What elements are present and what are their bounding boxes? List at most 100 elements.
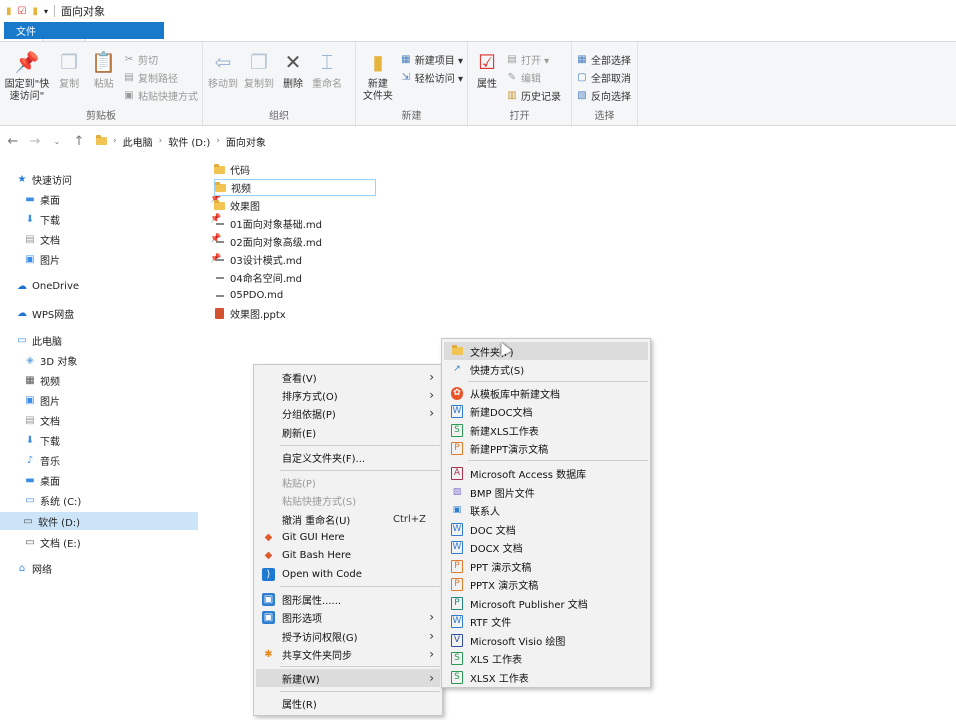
menu-item-properties[interactable]: 属性(R): [256, 694, 440, 712]
customize-quick-access-icon[interactable]: ▾: [44, 7, 48, 16]
menu-item-open-with-code[interactable]: ⟩ Open with Code: [256, 565, 440, 583]
open-group: ☑ 属性 ▤ 打开 ▾ ✎ 编辑 ▥ 历史记录 打开: [468, 42, 572, 125]
paste-shortcut-button[interactable]: ▣ 粘贴快捷方式: [123, 88, 198, 104]
nav-onedrive[interactable]: ☁ OneDrive: [16, 277, 79, 295]
menu-item-git-bash[interactable]: ◆ Git Bash Here: [256, 546, 440, 564]
list-item[interactable]: 视频: [214, 179, 376, 196]
download-icon: ⬇: [25, 213, 35, 225]
history-button[interactable]: ▥ 历史记录: [506, 88, 561, 104]
menu-item-view[interactable]: 查看(V) ›: [256, 368, 440, 386]
menu-item-undo-rename[interactable]: 撤消 重命名(U) Ctrl+Z: [256, 510, 440, 528]
open-button[interactable]: ▤ 打开 ▾: [506, 52, 561, 68]
download-icon: ⬇: [25, 434, 35, 446]
list-item[interactable]: 03设计模式.md: [214, 251, 374, 268]
nav-network[interactable]: ⌂ 网络: [16, 559, 52, 577]
list-item[interactable]: 02面向对象高级.md: [214, 233, 374, 250]
nav-item-desktop[interactable]: ▬ 桌面: [24, 471, 60, 489]
copy-path-button[interactable]: ▤ 复制路径: [123, 70, 198, 86]
menu-item-graphics-properties[interactable]: ▣ 图形属性......: [256, 590, 440, 608]
menu-item-paste-shortcut[interactable]: 粘贴快捷方式(S): [256, 491, 440, 509]
new-item-icon: ▦: [401, 53, 411, 65]
nav-item-label: 系统 (C:): [40, 496, 82, 508]
properties-check-icon[interactable]: ☑: [18, 6, 27, 17]
submenu-item-contact[interactable]: ▣ 联系人: [444, 501, 648, 519]
menu-item-grant-access[interactable]: 授予访问权限(G) ›: [256, 627, 440, 645]
list-item[interactable]: 05PDO.md: [214, 287, 374, 304]
breadcrumb-current-folder[interactable]: 面向对象: [226, 134, 266, 149]
tab-file[interactable]: 文件: [4, 22, 164, 39]
menu-item-refresh[interactable]: 刷新(E): [256, 423, 440, 441]
nav-item-desktop[interactable]: ▬桌面📌: [24, 190, 221, 208]
nav-item-drive-e[interactable]: ▭ 文档 (E:): [24, 533, 80, 551]
submenu-item-from-template[interactable]: ✿ 从模板库中新建文档: [444, 384, 648, 402]
new-folder-icon[interactable]: ▮: [32, 6, 38, 17]
invert-selection-button[interactable]: ▧ 反向选择: [576, 88, 631, 104]
back-arrow-icon[interactable]: ←: [6, 134, 20, 149]
list-item[interactable]: 代码: [214, 161, 374, 178]
breadcrumb-drive-d[interactable]: 软件 (D:): [168, 134, 210, 149]
select-none-button[interactable]: ▢ 全部取消: [576, 70, 631, 86]
nav-item-downloads[interactable]: ⬇ 下载: [24, 431, 60, 449]
nav-item-music[interactable]: ♪ 音乐: [24, 451, 60, 469]
submenu-item-visio[interactable]: V Microsoft Visio 绘图: [444, 631, 648, 649]
menu-item-paste[interactable]: 粘贴(P): [256, 473, 440, 491]
recent-chevron-down-icon[interactable]: ⌄: [50, 137, 64, 146]
submenu-item-new-doc[interactable]: W 新建DOC文档: [444, 402, 648, 420]
menu-item-sort[interactable]: 排序方式(O) ›: [256, 386, 440, 404]
submenu-item-doc-file[interactable]: W DOC 文档: [444, 520, 648, 538]
nav-wps[interactable]: ☁ WPS网盘: [16, 304, 74, 322]
submenu-item-docx[interactable]: W DOCX 文档: [444, 538, 648, 556]
menu-item-group[interactable]: 分组依据(P) ›: [256, 404, 440, 422]
nav-item-pictures[interactable]: ▣ 图片: [24, 391, 60, 409]
submenu-item-publisher[interactable]: P Microsoft Publisher 文档: [444, 594, 648, 612]
rtf-file-icon: W: [451, 614, 463, 628]
nav-item-videos[interactable]: ▦ 视频: [24, 371, 60, 389]
list-item[interactable]: 04命名空间.md: [214, 269, 374, 286]
nav-item-documents[interactable]: ▤ 文档: [24, 411, 60, 429]
nav-item-drive-d[interactable]: ▭ 软件 (D:): [0, 512, 198, 530]
pptx-file-icon: P: [451, 577, 463, 591]
submenu-item-new-xls[interactable]: S 新建XLS工作表: [444, 421, 648, 439]
nav-item-pictures[interactable]: ▣图片📌: [24, 250, 221, 268]
submenu-item-new-ppt[interactable]: P 新建PPT演示文稿: [444, 439, 648, 457]
easy-access-button[interactable]: ⇲ 轻松访问 ▾: [400, 70, 463, 86]
submenu-item-bmp[interactable]: ▨ BMP 图片文件: [444, 483, 648, 501]
submenu-item-xlsx[interactable]: S XLSX 工作表: [444, 668, 648, 686]
select-all-button[interactable]: ▦ 全部选择: [576, 52, 631, 68]
select-group: ▦ 全部选择 ▢ 全部取消 ▧ 反向选择 选择: [572, 42, 638, 125]
chevron-right-icon: ›: [216, 136, 220, 146]
submenu-item-xls-file[interactable]: S XLS 工作表: [444, 649, 648, 667]
cut-label: 剪切: [138, 56, 159, 67]
nav-item-3d-objects[interactable]: ◈ 3D 对象: [24, 351, 77, 369]
chevron-right-icon: ›: [158, 136, 163, 146]
menu-item-share-sync[interactable]: ✱ 共享文件夹同步 ›: [256, 645, 440, 663]
scissors-icon: ✂: [124, 53, 134, 65]
document-icon: ▤: [25, 233, 35, 245]
menu-item-graphics-options[interactable]: ▣ 图形选项 ›: [256, 608, 440, 626]
menu-item-new[interactable]: 新建(W) ›: [256, 669, 440, 687]
submenu-item-pptx[interactable]: P PPTX 演示文稿: [444, 575, 648, 593]
nav-quick-access[interactable]: ★ 快速访问: [16, 170, 72, 188]
submenu-item-rtf[interactable]: W RTF 文件: [444, 612, 648, 630]
up-arrow-icon[interactable]: ↑: [72, 134, 86, 149]
nav-item-drive-c[interactable]: ▭ 系统 (C:): [24, 491, 81, 509]
edit-button[interactable]: ✎ 编辑: [506, 70, 561, 86]
list-item[interactable]: 效果图: [214, 197, 374, 214]
menu-item-customize-folder[interactable]: 自定义文件夹(F)...: [256, 448, 440, 466]
menu-item-git-gui[interactable]: ◆ Git GUI Here: [256, 528, 440, 546]
submenu-item-ppt-file[interactable]: P PPT 演示文稿: [444, 557, 648, 575]
xls-file-icon: S: [451, 423, 463, 437]
cut-button[interactable]: ✂ 剪切: [123, 52, 198, 68]
list-item[interactable]: 效果图.pptx: [214, 305, 374, 322]
submenu-item-access[interactable]: A Microsoft Access 数据库: [444, 464, 648, 482]
list-item[interactable]: 01面向对象基础.md: [214, 215, 374, 232]
breadcrumb-this-pc[interactable]: 此电脑: [123, 134, 153, 149]
nav-item-downloads[interactable]: ⬇ 下载 📌: [24, 210, 221, 228]
nav-this-pc[interactable]: ▭ 此电脑: [16, 331, 62, 349]
submenu-item-shortcut[interactable]: ↗ 快捷方式(S): [444, 360, 648, 378]
new-item-button[interactable]: ▦ 新建项目 ▾: [400, 52, 463, 68]
shortcut-label: Ctrl+Z: [392, 513, 426, 525]
submenu-item-folder[interactable]: 文件夹(F): [444, 342, 648, 360]
forward-arrow-icon[interactable]: →: [28, 134, 42, 149]
nav-item-documents[interactable]: ▤ 文档 📌: [24, 230, 221, 248]
